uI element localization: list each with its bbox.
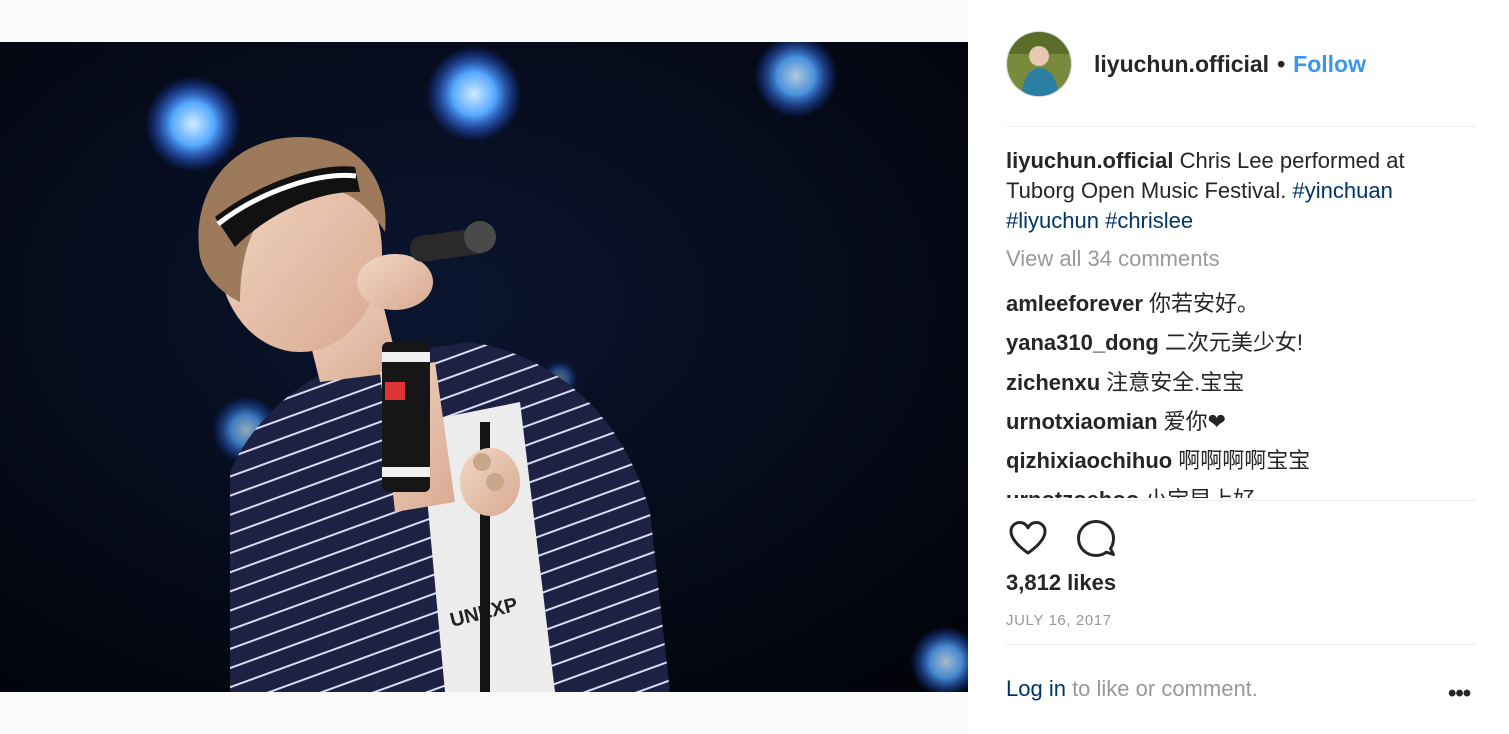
comment-text: 二次元美少女! xyxy=(1164,330,1303,356)
ellipsis-icon[interactable]: ••• xyxy=(1448,680,1471,708)
comment-username[interactable]: urnotxiaomian xyxy=(1006,409,1158,434)
post-header: liyuchun.official • Follow xyxy=(1006,30,1476,98)
hashtag-link[interactable]: #liyuchun xyxy=(1006,208,1099,233)
header-text: liyuchun.official • Follow xyxy=(1094,51,1366,78)
caption-username[interactable]: liyuchun.official xyxy=(1006,148,1173,173)
comment-text: 你若安好。 xyxy=(1148,291,1259,316)
comment-username[interactable]: qizhixiaochihuo xyxy=(1006,448,1172,473)
like-count[interactable]: 3,812 likes xyxy=(1006,570,1116,596)
comment-item: zichenxu 注意安全.宝宝 xyxy=(1006,365,1476,404)
media-column: UNEXP xyxy=(0,0,968,734)
view-all-comments-link[interactable]: View all 34 comments xyxy=(1006,246,1220,272)
comment-username[interactable]: urnotzoehoo xyxy=(1006,487,1139,498)
comment-item: urnotxiaomian 爱你❤ xyxy=(1006,404,1476,443)
comment-item: qizhixiaochihuo 啊啊啊啊宝宝 xyxy=(1006,443,1476,482)
post-sidebar: liyuchun.official • Follow liyuchun.offi… xyxy=(968,0,1509,734)
comment-text: 注意安全.宝宝 xyxy=(1106,369,1245,395)
comments-divider xyxy=(1006,500,1476,501)
login-link[interactable]: Log in xyxy=(1006,676,1066,701)
avatar[interactable] xyxy=(1006,31,1072,97)
concert-photo-illustration: UNEXP xyxy=(0,42,968,692)
header-divider xyxy=(1006,126,1476,127)
footer-divider xyxy=(1006,644,1476,645)
comment-username[interactable]: yana310_dong xyxy=(1006,330,1159,355)
action-bar xyxy=(1006,516,1142,560)
avatar-image xyxy=(1007,32,1071,96)
login-prompt: Log in to like or comment. xyxy=(1006,676,1476,702)
separator-dot: • xyxy=(1277,50,1286,77)
comment-button[interactable] xyxy=(1074,516,1118,560)
heart-icon xyxy=(1009,521,1047,555)
comment-text: 啊啊啊啊宝宝 xyxy=(1178,448,1311,474)
comment-item: urnotzoehoo 小宝早上好 xyxy=(1006,482,1476,498)
like-button[interactable] xyxy=(1006,516,1050,560)
login-prompt-text: to like or comment. xyxy=(1065,676,1258,701)
speech-bubble-icon xyxy=(1077,520,1115,557)
comment-username[interactable]: amleeforever xyxy=(1006,291,1143,316)
comment-text: 小宝早上好 xyxy=(1145,487,1255,498)
post-photo[interactable]: UNEXP xyxy=(0,42,968,692)
post-caption: liyuchun.official Chris Lee performed at… xyxy=(1006,146,1466,236)
follow-button[interactable]: Follow xyxy=(1293,51,1366,78)
author-username[interactable]: liyuchun.official xyxy=(1094,51,1269,78)
post-date: JULY 16, 2017 xyxy=(1006,612,1112,629)
comment-item: yana310_dong 二次元美少女! xyxy=(1006,325,1476,364)
comment-username[interactable]: zichenxu xyxy=(1006,370,1100,395)
comment-item: amleeforever 你若安好。 xyxy=(1006,286,1476,325)
comment-text: 爱你❤ xyxy=(1163,408,1227,434)
hashtag-link[interactable]: #yinchuan xyxy=(1293,178,1393,203)
hashtag-link[interactable]: #chrislee xyxy=(1105,208,1193,233)
comment-list[interactable]: amleeforever 你若安好。 yana310_dong 二次元美少女! zi… xyxy=(1006,286,1476,498)
